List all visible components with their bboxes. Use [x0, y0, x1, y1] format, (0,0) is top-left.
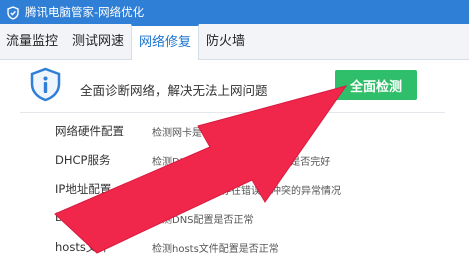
item-name: 网络硬件配置	[55, 124, 124, 138]
tab-bar: 流量监控 测试网速 网络修复 防火墙	[0, 23, 469, 60]
list-item: IP地址配置 检测IP地址是否存在错误或冲突的异常情况	[0, 181, 469, 201]
item-name: IP地址配置	[55, 182, 112, 196]
info-shield-icon	[28, 67, 63, 102]
item-name: hosts文件	[55, 240, 109, 254]
item-desc: 检测hosts文件配置是否正常	[152, 244, 279, 255]
tab-network-repair[interactable]: 网络修复	[131, 23, 200, 60]
banner-text: 全面诊断网络，解决无法上网问题	[80, 83, 268, 98]
list-item: DHCP服务 检测DHCP服务相关注册表设置是否完好	[0, 152, 469, 172]
shield-logo-icon	[6, 5, 20, 20]
list-item: DNS 检测DNS配置是否正常	[0, 210, 469, 230]
window-title: 腾讯电脑管家-网络优化	[25, 5, 145, 19]
tab-traffic-monitor[interactable]: 流量监控	[0, 24, 65, 59]
tab-firewall[interactable]: 防火墙	[199, 24, 252, 59]
item-desc: 检测DNS配置是否正常	[152, 215, 254, 226]
item-desc: 检测DHCP服务相关注册表设置是否完好	[152, 157, 331, 168]
list-item: 网络硬件配置 检测网卡是否正常	[0, 123, 469, 143]
item-name: DNS	[55, 210, 80, 224]
item-desc: 检测网卡是否正常	[152, 128, 232, 139]
item-name: DHCP服务	[55, 153, 111, 167]
divider	[20, 112, 445, 113]
tab-speed-test[interactable]: 测试网速	[65, 24, 131, 59]
list-item: hosts文件 检测hosts文件配置是否正常	[0, 239, 469, 259]
item-desc: 检测IP地址是否存在错误或冲突的异常情况	[152, 186, 341, 197]
title-bar: 腾讯电脑管家-网络优化	[0, 0, 469, 24]
full-scan-button[interactable]: 全面检测	[335, 70, 417, 100]
